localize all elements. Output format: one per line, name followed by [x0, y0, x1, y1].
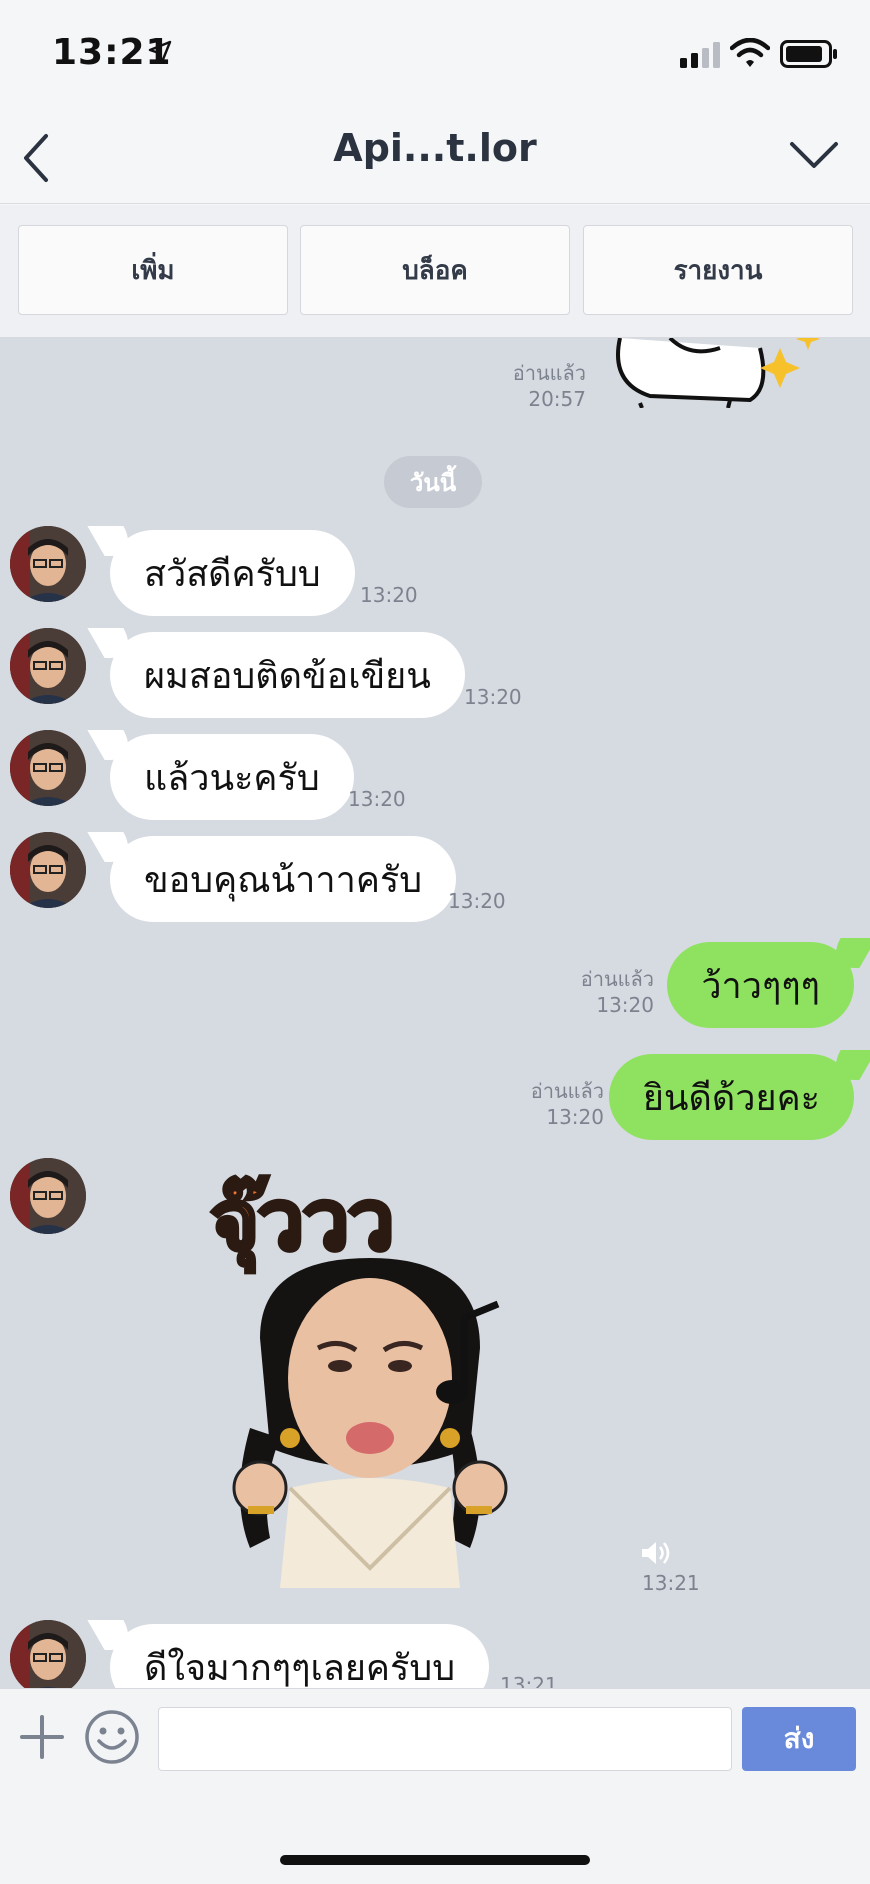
avatar[interactable] — [10, 1158, 86, 1234]
message-time: 13:20 — [464, 685, 522, 709]
date-divider: วันนี้ — [384, 456, 482, 508]
message-input-bar: ส่ง — [0, 1688, 870, 1884]
read-receipt: อ่านแล้ว 20:57 — [512, 361, 586, 411]
emoji-icon[interactable] — [84, 1709, 140, 1765]
sticker[interactable]: จุ๊ววว — [208, 1169, 520, 1588]
person-avatar-icon — [10, 1620, 86, 1688]
outgoing-message[interactable]: ยินดีด้วยคะ — [608, 1054, 854, 1140]
home-indicator — [280, 1855, 590, 1865]
incoming-message[interactable]: ผมสอบติดข้อเขียน — [110, 632, 465, 718]
chevron-down-icon[interactable] — [788, 138, 840, 172]
add-friend-button[interactable]: เพิ่ม — [18, 225, 288, 315]
signal-icon — [680, 42, 720, 68]
avatar[interactable] — [10, 628, 86, 704]
report-button[interactable]: รายงาน — [583, 225, 853, 315]
location-arrow-icon — [148, 40, 172, 64]
read-receipt: อ่านแล้ว 13:20 — [580, 967, 654, 1017]
wifi-icon — [730, 38, 770, 67]
chat-header: Api...t.lor — [0, 108, 870, 204]
incoming-message[interactable]: ดีใจมากๆๆเลยครับบ — [110, 1624, 490, 1688]
plus-icon[interactable] — [18, 1713, 66, 1761]
outgoing-message[interactable]: ว้าวๆๆๆ — [667, 942, 854, 1028]
message-input[interactable] — [158, 1707, 732, 1771]
message-time: 13:21 — [642, 1571, 700, 1595]
person-avatar-icon — [10, 526, 86, 602]
read-receipt: อ่านแล้ว 13:20 — [530, 1079, 604, 1129]
incoming-message[interactable]: สวัสดีครับบ — [110, 530, 355, 616]
message-time: 13:20 — [348, 787, 406, 811]
message-time: 13:20 — [448, 889, 506, 913]
chat-area: อ่านแล้ว 20:57 วันนี้ สวัสดีครับบ 13:20 … — [0, 338, 870, 1688]
avatar[interactable] — [10, 526, 86, 602]
speaker-icon[interactable] — [640, 1540, 672, 1566]
avatar[interactable] — [10, 832, 86, 908]
avatar[interactable] — [10, 730, 86, 806]
person-avatar-icon — [10, 832, 86, 908]
status-bar: 13:21 — [0, 0, 870, 108]
person-avatar-icon — [10, 730, 86, 806]
message-time: 13:21 — [500, 1673, 558, 1688]
incoming-message[interactable]: แล้วนะครับ — [110, 734, 354, 820]
avatar[interactable] — [10, 1620, 86, 1688]
person-avatar-icon — [10, 1158, 86, 1234]
action-bar: เพิ่ม บล็อค รายงาน — [0, 205, 870, 338]
message-time: 13:20 — [360, 583, 418, 607]
person-avatar-icon — [10, 628, 86, 704]
sticker-partial-image — [616, 338, 820, 408]
incoming-message[interactable]: ขอบคุณน้าาาครับ — [110, 836, 457, 922]
send-button[interactable]: ส่ง — [742, 1707, 856, 1771]
battery-icon — [780, 40, 837, 68]
chat-title: Api...t.lor — [333, 126, 537, 170]
sticker-caption: จุ๊ววว — [208, 1169, 397, 1271]
block-button[interactable]: บล็อค — [300, 225, 570, 315]
